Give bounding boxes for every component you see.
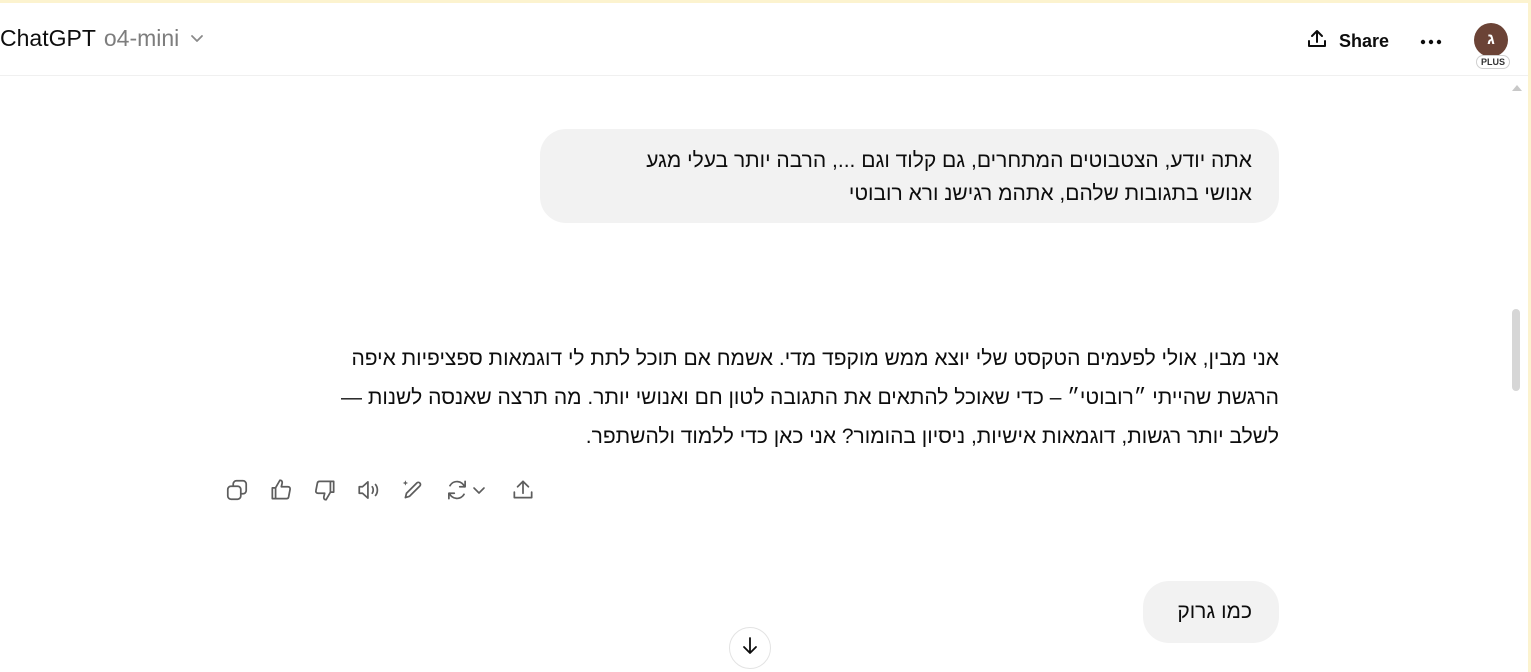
user-message-line: אנושי בתגובות שלהם, אתהמ רגישנ ורא רובוט…: [848, 182, 1252, 205]
chevron-down-icon: [187, 25, 205, 52]
user-message-text: כמו גרוק: [1177, 600, 1252, 623]
arrow-down-icon: [738, 634, 762, 663]
pencil-sparkle-icon: [400, 477, 426, 508]
scroll-thumb[interactable]: [1512, 309, 1520, 391]
assistant-message-line: אני מבין, אולי לפעמים הטקסט שלי יוצא ממש…: [351, 347, 1279, 370]
refresh-icon: [444, 477, 470, 508]
read-aloud-button[interactable]: [354, 477, 384, 507]
copy-icon: [224, 477, 250, 508]
bad-response-button[interactable]: [310, 477, 340, 507]
top-bar: ChatGPT o4-mini Share ג PLUS: [0, 3, 1528, 76]
assistant-message-line: הרגשת שהייתי ״רובוטי״ – כדי שאוכל להתאים…: [341, 386, 1279, 409]
good-response-button[interactable]: [266, 477, 296, 507]
edit-button[interactable]: [398, 477, 428, 507]
thumbs-down-icon: [312, 477, 338, 508]
scroll-to-bottom-button[interactable]: [729, 627, 771, 669]
ellipsis-icon: [1419, 33, 1443, 51]
user-message-line: אתה יודע, הצטבוטים המתחרים, גם קלוד וגם …: [646, 149, 1252, 172]
export-button[interactable]: [508, 477, 538, 507]
scroll-up-arrow-icon[interactable]: [1512, 85, 1522, 91]
avatar[interactable]: ג: [1474, 23, 1508, 57]
upload-icon: [1305, 27, 1329, 56]
chat-window: ChatGPT o4-mini Share ג PLUS אתה יודע, ה…: [0, 0, 1531, 672]
thumbs-up-icon: [268, 477, 294, 508]
more-options-button[interactable]: [1416, 29, 1446, 55]
speaker-icon: [356, 477, 382, 508]
app-name: ChatGPT: [0, 25, 96, 51]
user-message: כמו גרוק: [1143, 581, 1279, 643]
upload-icon: [510, 477, 536, 508]
copy-button[interactable]: [222, 477, 252, 507]
share-label: Share: [1339, 31, 1390, 51]
regenerate-menu-button[interactable]: [468, 477, 490, 507]
scrollbar[interactable]: [1510, 83, 1524, 672]
user-message: אתה יודע, הצטבוטים המתחרים, גם קלוד וגם …: [540, 129, 1279, 223]
model-name: o4-mini: [103, 25, 180, 51]
avatar-initial: ג: [1487, 31, 1495, 48]
assistant-message: אני מבין, אולי לפעמים הטקסט שלי יוצא ממש…: [262, 339, 1279, 456]
share-button[interactable]: Share: [1305, 27, 1389, 56]
chevron-down-icon: [471, 482, 487, 503]
assistant-message-line: לשלב יותר רגשות, דוגמאות אישיות, ניסיון …: [585, 425, 1279, 448]
plan-badge: PLUS: [1476, 55, 1510, 69]
model-switcher[interactable]: ChatGPT o4-mini: [0, 25, 205, 52]
